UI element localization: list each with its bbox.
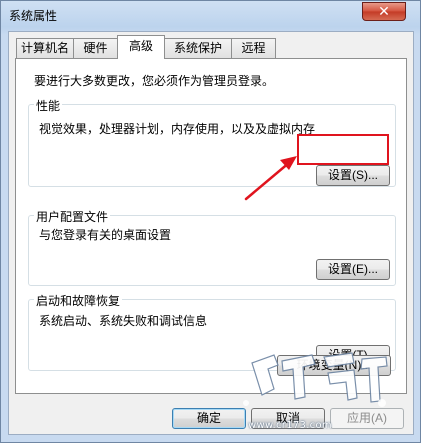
ok-button[interactable]: 确定 [172,408,246,429]
performance-description: 视觉效果，处理器计划，内存使用，以及及虚拟内存 [39,122,316,136]
performance-group-title: 性能 [34,97,63,114]
performance-settings-button[interactable]: 设置(S)... [316,165,390,186]
tab-hardware[interactable]: 硬件 [73,38,118,58]
tab-advanced[interactable]: 高级 [117,35,165,59]
tab-remote[interactable]: 远程 [231,38,276,58]
user-profiles-settings-button[interactable]: 设置(E)... [316,259,390,280]
tab-computer-name[interactable]: 计算机名 [16,38,74,58]
user-profiles-group-title: 用户配置文件 [34,208,111,225]
dialog-client-area: 计算机名 硬件 高级 系统保护 远程 要进行大多数更改，您必须作为管理员登录。 … [8,31,414,435]
close-button[interactable]: ✕ [362,2,406,21]
apply-button[interactable]: 应用(A) [330,408,404,429]
watermark-url: www.cr173.com [248,420,332,431]
close-icon: ✕ [378,3,390,20]
advanced-tab-panel: 要进行大多数更改，您必须作为管理员登录。 性能 视觉效果，处理器计划，内存使用，… [15,58,407,394]
window-title: 系统属性 [9,9,58,23]
user-profiles-description: 与您登录有关的桌面设置 [39,228,172,242]
user-profiles-group: 用户配置文件 与您登录有关的桌面设置 设置(E)... [28,208,396,286]
admin-note: 要进行大多数更改，您必须作为管理员登录。 [34,74,275,88]
performance-group: 性能 视觉效果，处理器计划，内存使用，以及及虚拟内存 设置(S)... [28,97,396,187]
tab-system-protection[interactable]: 系统保护 [164,38,232,58]
system-properties-window: 系统属性 ✕ 计算机名 硬件 高级 系统保护 远程 要进行大多数更改，您必须作为… [0,0,421,443]
environment-variables-button[interactable]: 环境变量(N)... [277,355,391,376]
startup-recovery-group-title: 启动和故障恢复 [34,292,123,309]
title-bar[interactable]: 系统属性 ✕ [1,1,420,27]
startup-recovery-description: 系统启动、系统失败和调试信息 [39,314,208,328]
